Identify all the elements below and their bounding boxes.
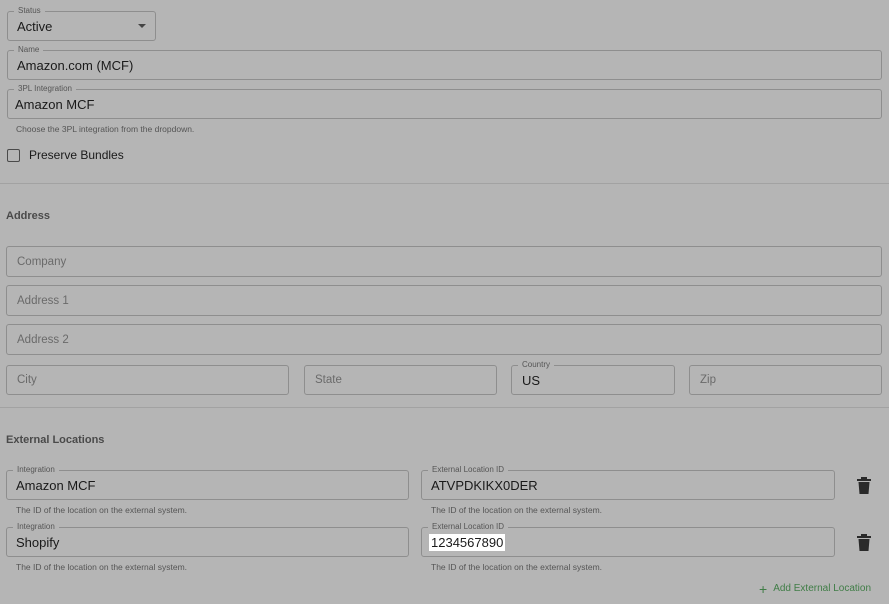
external-location-id-helper: The ID of the location on the external s… [431, 562, 603, 572]
integration-helper: Choose the 3PL integration from the drop… [16, 124, 195, 134]
section-divider [0, 407, 889, 408]
external-integration-helper: The ID of the location on the external s… [16, 505, 188, 515]
external-integration-select[interactable]: Integration Shopify [6, 521, 409, 557]
status-select[interactable]: Status Active [7, 5, 156, 41]
section-divider [0, 183, 889, 184]
selected-text: 1234567890 [429, 533, 506, 551]
zip-input[interactable]: Zip [689, 365, 882, 395]
city-input[interactable]: City [6, 365, 289, 395]
external-integration-helper: The ID of the location on the external s… [16, 562, 188, 572]
name-field[interactable]: Name Amazon.com (MCF) [7, 44, 882, 80]
external-integration-value: Shopify [16, 534, 60, 550]
plus-icon: + [759, 580, 768, 597]
integration-select[interactable]: 3PL Integration Amazon MCF [7, 83, 882, 119]
state-input[interactable]: State [304, 365, 497, 395]
country-select[interactable]: Country US [511, 359, 675, 395]
caret-down-icon [138, 24, 146, 28]
company-input[interactable]: Company [6, 246, 882, 277]
external-location-id-value: ATVPDKIKX0DER [431, 477, 538, 493]
name-value: Amazon.com (MCF) [17, 57, 134, 73]
address1-input[interactable]: Address 1 [6, 285, 882, 316]
address2-placeholder: Address 2 [17, 333, 69, 346]
external-locations-title: External Locations [6, 434, 105, 446]
country-value: US [522, 372, 541, 388]
integration-value: Amazon MCF [15, 96, 95, 112]
preserve-bundles-checkbox[interactable] [7, 149, 20, 162]
trash-icon[interactable] [856, 534, 872, 552]
external-location-id-input[interactable]: External Location ID ATVPDKIKX0DER [421, 464, 835, 500]
external-integration-value: Amazon MCF [16, 477, 96, 493]
preserve-bundles-label[interactable]: Preserve Bundles [29, 148, 124, 162]
external-location-id-helper: The ID of the location on the external s… [431, 505, 603, 515]
external-location-id-input[interactable]: External Location ID 1234567890 [421, 521, 835, 557]
state-placeholder: State [315, 374, 342, 386]
external-location-id-value: 1234567890 [429, 528, 506, 556]
company-placeholder: Company [17, 255, 67, 268]
address1-placeholder: Address 1 [17, 294, 69, 307]
external-integration-select[interactable]: Integration Amazon MCF [6, 464, 409, 500]
status-value: Active [17, 18, 53, 34]
address2-input[interactable]: Address 2 [6, 324, 882, 355]
zip-placeholder: Zip [700, 374, 716, 386]
add-external-location-label: Add External Location [773, 583, 872, 594]
add-external-location-button[interactable]: + Add External Location [759, 580, 872, 597]
city-placeholder: City [17, 374, 37, 386]
trash-icon[interactable] [856, 477, 872, 495]
address-section-title: Address [6, 210, 51, 222]
